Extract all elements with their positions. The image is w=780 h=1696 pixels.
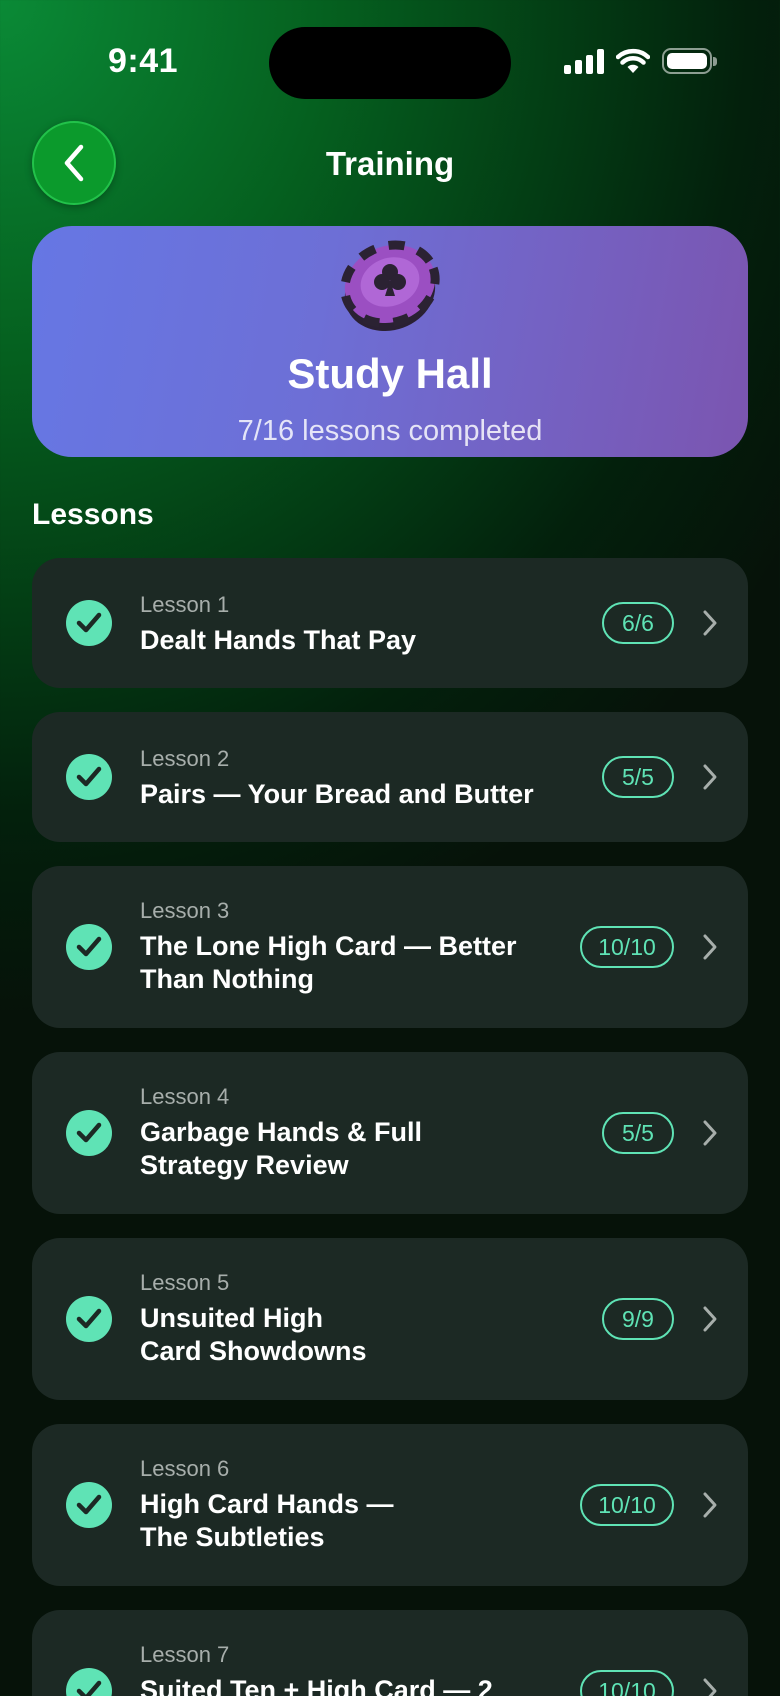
lesson-card-6[interactable]: Lesson 6 High Card Hands — The Subtletie… <box>32 1424 748 1586</box>
lessons-progress-text: 7/16 lessons completed <box>237 415 543 447</box>
lesson-card-2[interactable]: Lesson 2 Pairs — Your Bread and Butter 5… <box>32 712 748 842</box>
lesson-title: Dealt Hands That Pay <box>140 625 417 655</box>
section-title-lessons: Lessons <box>32 498 154 531</box>
status-icons <box>564 48 717 74</box>
checkmark-icon <box>66 1482 112 1528</box>
progress-badge: 5/5 <box>602 756 674 798</box>
lesson-number: Lesson 3 <box>140 898 230 923</box>
lesson-card-1[interactable]: Lesson 1 Dealt Hands That Pay 6/6 <box>32 558 748 688</box>
lesson-title: Garbage Hands & Full Strategy Review <box>140 1117 423 1180</box>
poker-chip-icon <box>340 240 440 332</box>
progress-badge: 10/10 <box>580 926 674 968</box>
lesson-card-5[interactable]: Lesson 5 Unsuited High Card Showdowns 9/… <box>32 1238 748 1400</box>
lesson-card-3[interactable]: Lesson 3 The Lone High Card — Better Tha… <box>32 866 748 1028</box>
lesson-number: Lesson 2 <box>140 746 230 771</box>
lesson-number: Lesson 1 <box>140 592 230 617</box>
chevron-right-icon <box>703 1306 717 1332</box>
chevron-right-icon <box>703 1492 717 1518</box>
status-time: 9:41 <box>108 42 179 80</box>
page-title: Training <box>325 145 455 182</box>
progress-badge: 10/10 <box>580 1484 674 1526</box>
chevron-right-icon <box>703 1120 717 1146</box>
chevron-right-icon <box>703 610 717 636</box>
chevron-right-icon <box>703 764 717 790</box>
lesson-card-7[interactable]: Lesson 7 Suited Ten + High Card — 2 10/1… <box>32 1610 748 1696</box>
lesson-title: The Lone High Card — Better Than Nothing <box>140 931 517 994</box>
lesson-number: Lesson 5 <box>140 1270 230 1295</box>
lesson-title: High Card Hands — The Subtleties <box>140 1489 394 1552</box>
progress-badge: 5/5 <box>602 1112 674 1154</box>
chevron-right-icon <box>703 1678 717 1696</box>
lesson-title: Suited Ten + High Card — 2 <box>140 1675 493 1696</box>
lesson-title: Unsuited High Card Showdowns <box>140 1303 367 1366</box>
dynamic-island <box>269 27 511 99</box>
hero-title: Study Hall <box>287 350 493 397</box>
lesson-title: Pairs — Your Bread and Butter <box>140 779 534 809</box>
lesson-number: Lesson 4 <box>140 1084 230 1109</box>
checkmark-icon <box>66 924 112 970</box>
study-hall-card: Study Hall 7/16 lessons completed <box>32 226 748 457</box>
wifi-icon <box>616 48 650 73</box>
lesson-card-4[interactable]: Lesson 4 Garbage Hands & Full Strategy R… <box>32 1052 748 1214</box>
checkmark-icon <box>66 1110 112 1156</box>
progress-badge: 9/9 <box>602 1298 674 1340</box>
status-bar: 9:41 <box>0 0 780 120</box>
checkmark-icon <box>66 600 112 646</box>
battery-icon <box>662 48 717 74</box>
checkmark-icon <box>66 1296 112 1342</box>
cellular-signal-icon <box>564 48 604 74</box>
progress-badge: 10/10 <box>580 1670 674 1696</box>
lesson-number: Lesson 6 <box>140 1456 230 1481</box>
lesson-number: Lesson 7 <box>140 1642 230 1667</box>
checkmark-icon <box>66 754 112 800</box>
checkmark-icon <box>66 1668 112 1696</box>
chevron-right-icon <box>703 934 717 960</box>
progress-badge: 6/6 <box>602 602 674 644</box>
